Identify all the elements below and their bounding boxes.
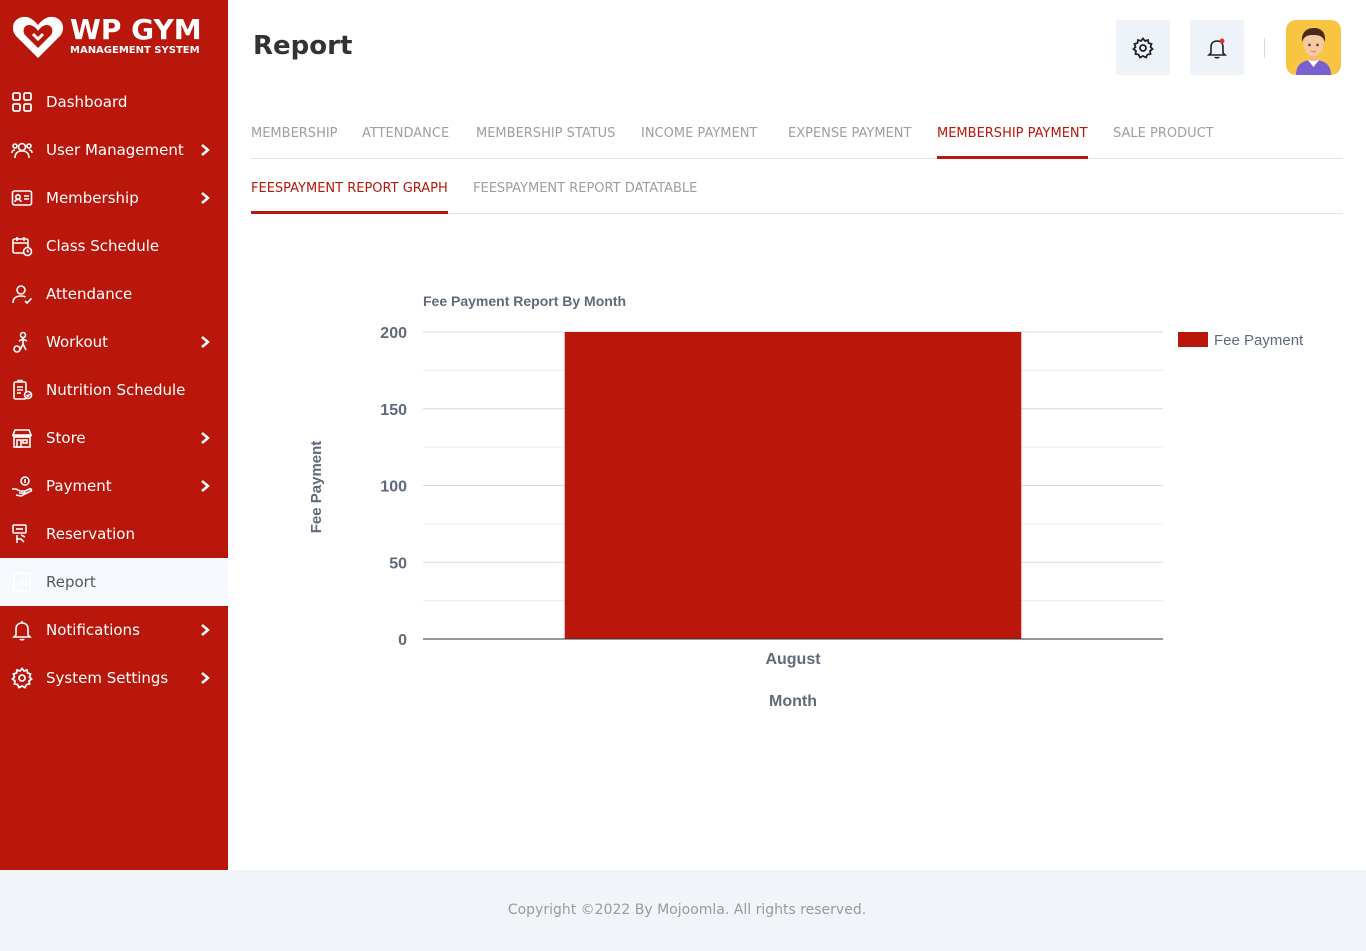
chevron-right-icon [201,336,210,348]
y-axis-ticks: 0 50 100 150 200 [380,325,407,649]
chevron-right-icon [201,192,210,204]
y-axis-label: Fee Payment [308,441,325,534]
workout-icon [13,331,28,353]
gear-icon [1132,37,1154,59]
sidebar-nav: Dashboard User Management Membership Cla… [0,78,228,702]
chevron-right-icon [201,672,210,684]
report-icon [13,572,31,592]
sidebar-item-user-management[interactable]: User Management [0,126,228,174]
notifications-button[interactable] [1190,20,1244,75]
sidebar-item-label: Reservation [46,525,135,543]
y-tick-label: 50 [389,555,407,572]
brand-logo[interactable]: WP GYM MANAGEMENT SYSTEM [12,12,222,62]
tab-membership[interactable]: MEMBERSHIP [251,110,338,158]
sidebar-item-label: Workout [46,333,109,351]
brand-title: WP GYM [70,13,202,46]
sidebar-item-attendance[interactable]: Attendance [0,270,228,318]
sidebar-item-system-settings[interactable]: System Settings [0,654,228,702]
y-tick-label: 200 [380,325,407,342]
sidebar-item-label: Dashboard [46,93,128,111]
sidebar-item-payment[interactable]: Payment [0,462,228,510]
x-axis-label: Month [769,693,817,710]
tab-membership-payment[interactable]: MEMBERSHIP PAYMENT [937,110,1088,159]
legend-label: Fee Payment [1214,332,1304,349]
y-tick-label: 100 [380,479,407,496]
sidebar-item-membership[interactable]: Membership [0,174,228,222]
sidebar-item-notifications[interactable]: Notifications [0,606,228,654]
sidebar-item-label: Payment [46,477,112,495]
store-icon [11,429,33,448]
sidebar-item-label: System Settings [46,669,169,687]
chevron-right-icon [201,624,210,636]
user-check-icon [12,285,33,305]
settings-button[interactable] [1116,20,1170,75]
sidebar-item-label: Report [46,573,96,591]
gear-icon [11,667,33,689]
sidebar-item-class-schedule[interactable]: Class Schedule [0,222,228,270]
tab-feespayment-report-datatable[interactable]: FEESPAYMENT REPORT DATATABLE [473,165,697,213]
app-window: WP GYM MANAGEMENT SYSTEM Dashboard User … [0,0,1366,951]
tab-membership-status[interactable]: MEMBERSHIP STATUS [476,110,615,158]
tab-attendance[interactable]: ATTENDANCE [362,110,449,158]
user-avatar-icon [1296,28,1331,75]
x-tick-label: August [765,651,821,668]
reservation-icon [12,524,27,543]
tab-sale-product[interactable]: SALE PRODUCT [1113,110,1214,158]
bar[interactable] [564,332,1022,639]
report-subtabs: FEESPAYMENT REPORT GRAPH FEESPAYMENT REP… [251,165,1343,214]
report-tabs: MEMBERSHIP ATTENDANCE MEMBERSHIP STATUS … [251,110,1343,159]
footer: Copyright ©2022 By Mojoomla. All rights … [0,870,1366,951]
tab-income-payment[interactable]: INCOME PAYMENT [641,110,757,158]
tab-feespayment-report-graph[interactable]: FEESPAYMENT REPORT GRAPH [251,165,448,214]
legend-swatch [1178,332,1208,347]
y-tick-label: 150 [380,402,407,419]
copyright-text: Copyright ©2022 By Mojoomla. All rights … [507,902,867,918]
tab-expense-payment[interactable]: EXPENSE PAYMENT [788,110,911,158]
membership-card-icon [11,190,33,206]
header-divider [1264,38,1265,58]
users-icon [11,142,33,159]
bell-icon [1207,38,1227,59]
x-axis-ticks: August [765,651,821,668]
sidebar-item-label: Store [46,429,86,447]
dashboard-icon [12,92,32,112]
sidebar-item-label: User Management [46,141,184,159]
sidebar-item-dashboard[interactable]: Dashboard [0,78,228,126]
chart-bars [564,332,1022,639]
sidebar-item-store[interactable]: Store [0,414,228,462]
chart-title: Fee Payment Report By Month [423,293,626,309]
y-tick-label: 0 [398,632,407,649]
heart-logo-icon [12,16,64,58]
nutrition-list-icon [13,379,33,400]
bell-icon [12,621,32,641]
sidebar-item-report[interactable]: Report [0,558,228,606]
sidebar-item-label: Notifications [46,621,140,639]
chart-svg: Fee Payment Report By Month 0 50 100 150 200… [308,293,1304,710]
fee-payment-chart: Fee Payment Report By Month 0 50 100 150 200… [290,280,1350,730]
chevron-right-icon [201,480,210,492]
chart-legend[interactable]: Fee Payment [1178,332,1304,349]
chevron-right-icon [201,432,210,444]
sidebar-item-label: Membership [46,189,139,207]
user-avatar[interactable] [1286,20,1341,75]
payment-hand-icon [12,476,33,497]
chevron-right-icon [201,144,210,156]
sidebar-item-label: Nutrition Schedule [46,381,186,399]
sidebar-item-workout[interactable]: Workout [0,318,228,366]
brand-subtitle: MANAGEMENT SYSTEM [70,45,200,56]
sidebar-item-nutrition-schedule[interactable]: Nutrition Schedule [0,366,228,414]
sidebar-item-reservation[interactable]: Reservation [0,510,228,558]
calendar-clock-icon [12,237,33,257]
sidebar: WP GYM MANAGEMENT SYSTEM Dashboard User … [0,0,228,870]
page-title: Report [253,31,353,61]
sidebar-item-label: Attendance [46,285,133,303]
sidebar-item-label: Class Schedule [46,237,160,255]
